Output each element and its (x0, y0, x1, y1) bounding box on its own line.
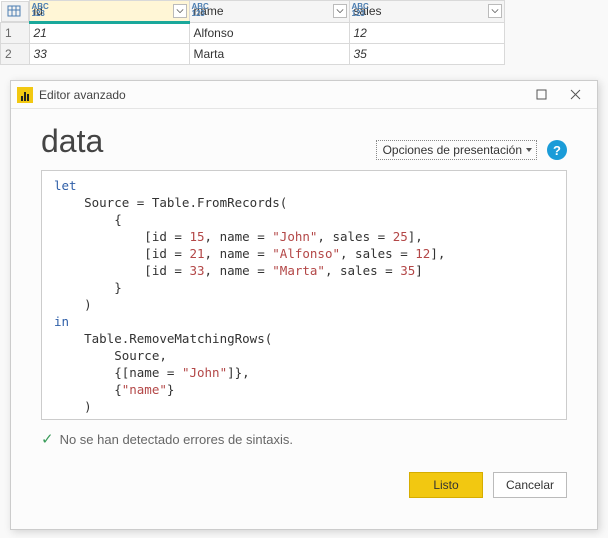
dialog-window-title: Editor avanzado (39, 88, 126, 102)
advanced-editor-dialog: Editor avanzado data Opciones de present… (10, 80, 598, 530)
cell-sales[interactable]: 12 (349, 22, 504, 43)
column-header-id[interactable]: ABC 123 id (29, 1, 189, 23)
code-editor[interactable]: let Source = Table.FromRecords( { [id = … (41, 170, 567, 420)
done-button[interactable]: Listo (409, 472, 483, 498)
table-row[interactable]: 1 21 Alfonso 12 (1, 22, 505, 43)
app-logo-icon (17, 87, 33, 103)
data-table: ABC 123 id ABC 123 name ABC 123 sales 1 … (0, 0, 505, 65)
help-icon[interactable]: ? (547, 140, 567, 160)
cell-id[interactable]: 33 (29, 43, 189, 64)
type-icon: ABC 123 (192, 3, 210, 17)
column-filter-dropdown[interactable] (488, 4, 502, 18)
display-options-dropdown[interactable]: Opciones de presentación (376, 140, 537, 160)
row-number: 2 (1, 43, 30, 64)
close-icon[interactable] (567, 87, 583, 103)
maximize-icon[interactable] (533, 87, 549, 103)
row-number: 1 (1, 22, 30, 43)
check-icon: ✓ (41, 430, 54, 448)
cell-name[interactable]: Marta (189, 43, 349, 64)
status-text: No se han detectado errores de sintaxis. (60, 432, 293, 447)
type-icon: ABC 123 (32, 3, 50, 17)
cell-name[interactable]: Alfonso (189, 22, 349, 43)
column-filter-dropdown[interactable] (173, 4, 187, 18)
type-icon: ABC 123 (352, 3, 370, 17)
column-header-name[interactable]: ABC 123 name (189, 1, 349, 23)
cancel-button[interactable]: Cancelar (493, 472, 567, 498)
column-filter-dropdown[interactable] (333, 4, 347, 18)
syntax-status: ✓ No se han detectado errores de sintaxi… (41, 430, 567, 448)
column-header-sales[interactable]: ABC 123 sales (349, 1, 504, 23)
table-corner-icon[interactable] (1, 1, 29, 22)
query-title: data (41, 123, 376, 160)
table-row[interactable]: 2 33 Marta 35 (1, 43, 505, 64)
cell-sales[interactable]: 35 (349, 43, 504, 64)
cell-id[interactable]: 21 (29, 22, 189, 43)
dialog-titlebar[interactable]: Editor avanzado (11, 81, 597, 109)
